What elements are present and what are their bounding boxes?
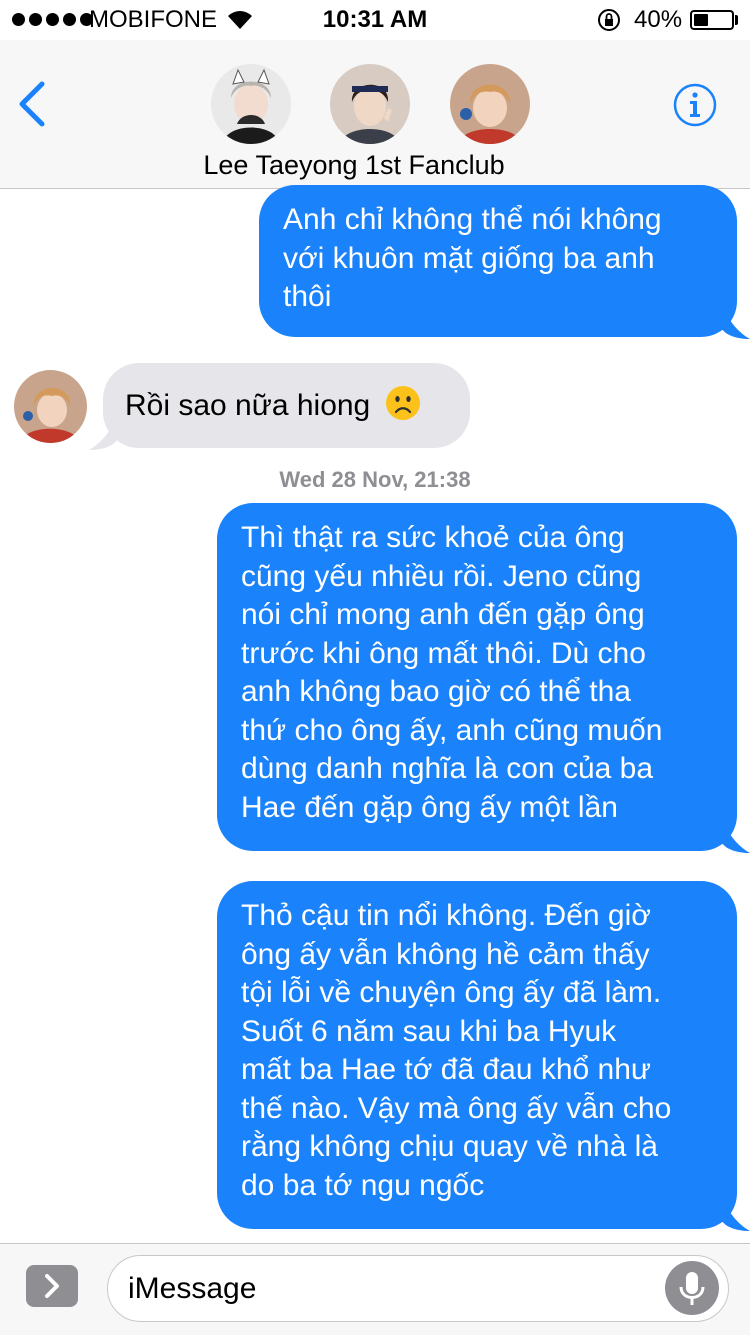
outgoing-message[interactable]: Thỏ cậu tin nổi không. Đến giờ ông ấy vẫ…	[217, 881, 737, 1229]
message-line: Thỏ cậu tin nổi không. Đến giờ	[241, 899, 651, 932]
app-drawer-button[interactable]	[26, 1265, 78, 1307]
microphone-icon	[679, 1272, 705, 1305]
message-text: Rồi sao nữa hiong	[125, 389, 371, 422]
message-line: thứ cho ông ấy, anh cũng muốn	[241, 713, 663, 747]
message-input-placeholder: iMessage	[128, 1272, 257, 1305]
message-line: thế nào. Vậy mà ông ấy vẫn cho	[241, 1091, 672, 1125]
message-line: dùng danh nghĩa là con của ba	[241, 752, 654, 785]
message-timestamp: Wed 28 Nov, 21:38	[279, 467, 471, 492]
message-line: trước khi ông mất thôi. Dù cho	[241, 636, 646, 670]
bubble-tail	[722, 1197, 750, 1231]
message-line: do ba tớ ngu ngốc	[241, 1168, 485, 1202]
group-member-avatar[interactable]	[211, 64, 291, 144]
message-input[interactable]: iMessage	[107, 1255, 729, 1322]
battery-icon	[690, 10, 734, 30]
info-icon[interactable]	[672, 82, 718, 128]
message-line: Suốt 6 năm sau khi ba Hyuk	[241, 1014, 617, 1048]
message-line: Anh chỉ không thể nói không	[283, 203, 662, 236]
chevron-right-icon	[45, 1274, 59, 1298]
message-line: cũng yếu nhiều rồi. Jeno cũng	[241, 559, 642, 593]
message-line: với khuôn mặt giống ba anh	[283, 241, 655, 275]
message-line: mất ba Hae tớ đã đau khổ như	[241, 1053, 652, 1086]
chevron-left-icon[interactable]	[14, 80, 48, 128]
message-line: rằng không chịu quay về nhà là	[241, 1130, 658, 1163]
incoming-message[interactable]: Rồi sao nữa hiong	[103, 363, 470, 448]
bubble-tail	[89, 416, 117, 450]
battery-tip	[735, 15, 738, 25]
message-line: Thì thật ra sức khoẻ của ông	[241, 521, 625, 554]
message-line: ông ấy vẫn không hề cảm thấy	[241, 937, 650, 971]
bubble-tail	[722, 305, 750, 339]
message-line: Hae đến gặp ông ấy một lần	[241, 790, 618, 824]
group-member-avatar[interactable]	[450, 64, 530, 144]
message-line: thôi	[283, 280, 332, 313]
message-line: tội lỗi về chuyện ông ấy đã làm.	[241, 976, 662, 1009]
frowning-face-icon	[385, 386, 420, 420]
outgoing-message[interactable]: Anh chỉ không thể nói không với khuôn mặ…	[259, 185, 737, 337]
group-name[interactable]: Lee Taeyong 1st Fanclub	[0, 150, 708, 181]
bubble-tail	[722, 819, 750, 853]
sender-avatar[interactable]	[14, 370, 87, 443]
battery-percentage: 40%	[634, 6, 683, 33]
battery-level-fill	[694, 14, 708, 26]
message-line: nói chỉ mong anh đến gặp ông	[241, 598, 645, 631]
status-bar: MOBIFONE 10:31 AM 40%	[0, 0, 750, 40]
group-member-avatar[interactable]	[330, 64, 410, 144]
orientation-lock-icon	[598, 9, 620, 31]
outgoing-message[interactable]: Thì thật ra sức khoẻ của ông cũng yếu nh…	[217, 503, 737, 851]
message-line: anh không bao giờ có thể tha	[241, 675, 631, 708]
dictation-button[interactable]	[665, 1261, 719, 1315]
